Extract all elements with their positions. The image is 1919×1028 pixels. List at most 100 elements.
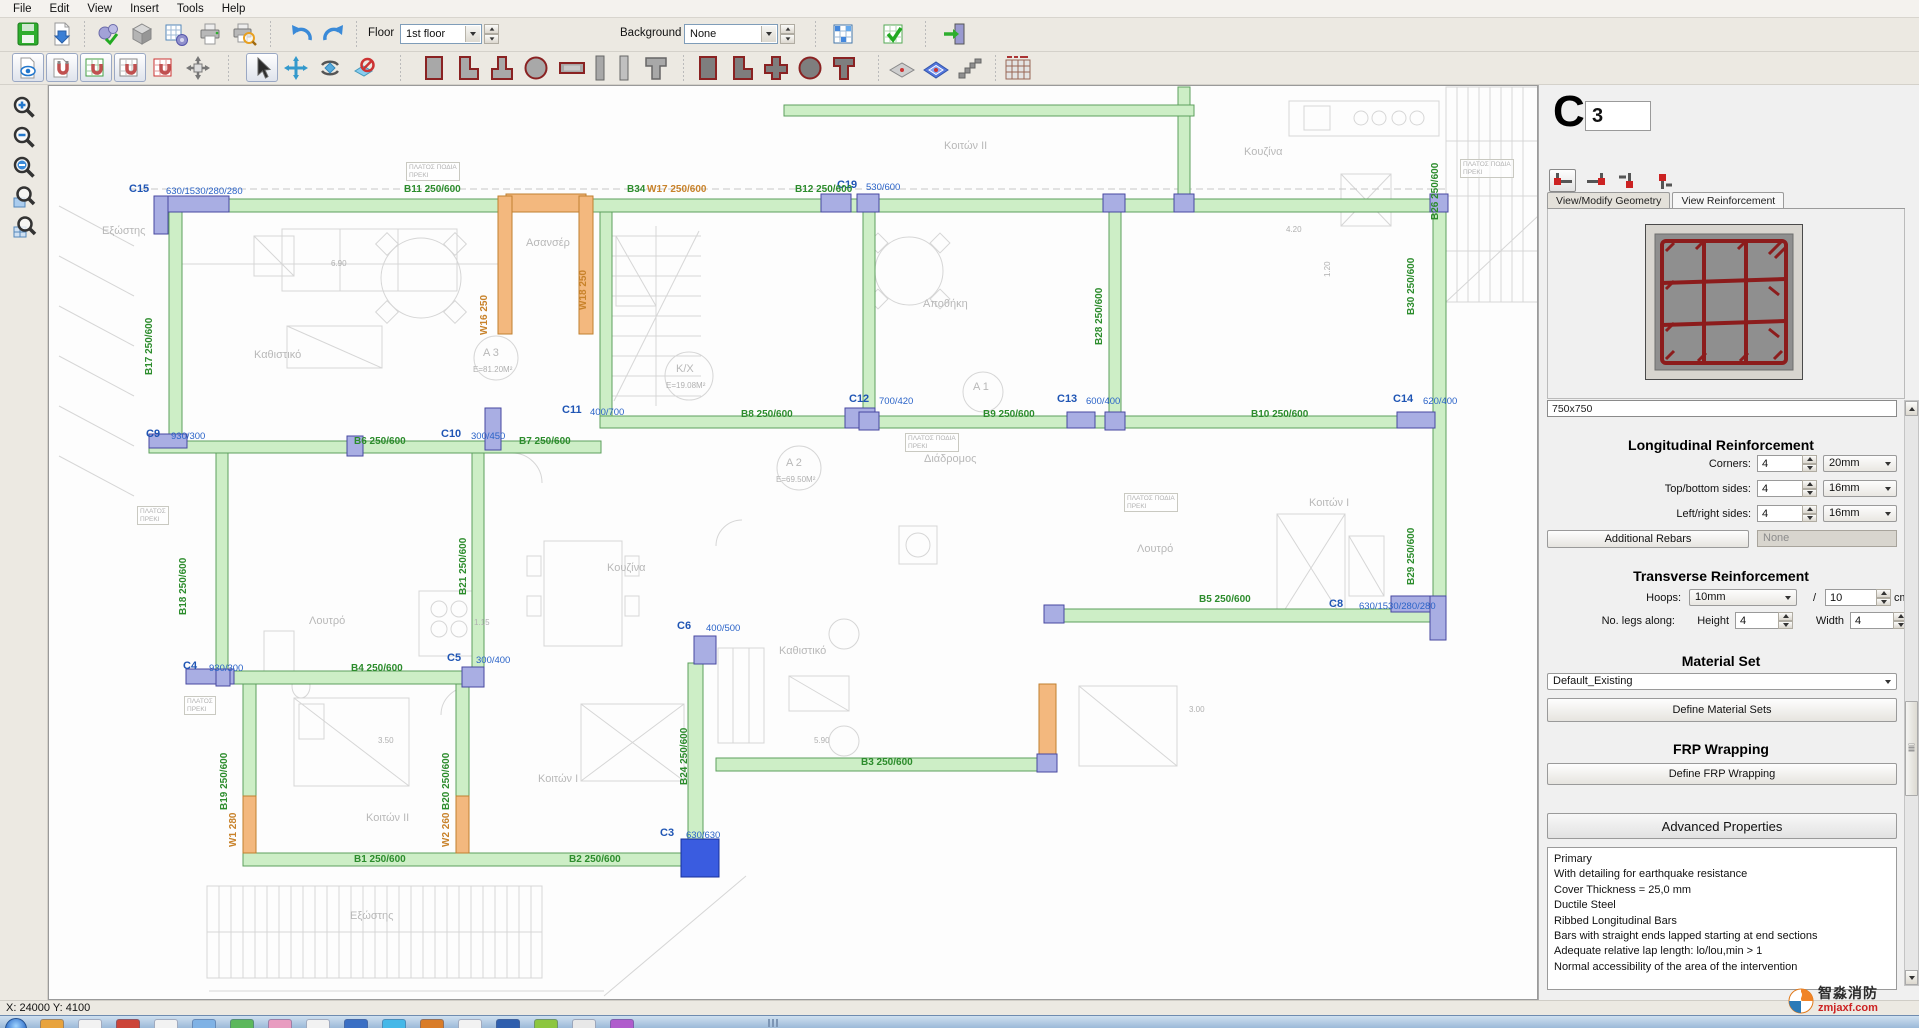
floor-select[interactable]: 1st floor xyxy=(400,24,482,44)
drawing-canvas[interactable]: C15630/1530/280/280C9930/300C10300/450C1… xyxy=(48,85,1538,1000)
background-select[interactable]: None xyxy=(684,24,778,44)
menu-view[interactable]: View xyxy=(78,2,121,16)
left-right-count-input[interactable] xyxy=(1757,505,1803,522)
slab-button[interactable] xyxy=(886,53,918,82)
column-T-button[interactable] xyxy=(828,53,860,82)
grid-snap-green-button[interactable] xyxy=(80,53,112,82)
taskbar-icon[interactable] xyxy=(534,1019,558,1028)
tab-view-reinforcement[interactable]: View Reinforcement xyxy=(1672,192,1784,208)
hoops-spacing-input[interactable] xyxy=(1825,589,1877,606)
section-number-input[interactable] xyxy=(1585,101,1651,131)
section-T-foot-button[interactable] xyxy=(486,53,518,82)
select-tool-button[interactable] xyxy=(246,53,278,82)
column-circle-button[interactable] xyxy=(794,53,826,82)
column-position-icon-4[interactable] xyxy=(1648,169,1675,192)
print-preview-button[interactable] xyxy=(228,19,260,49)
menu-file[interactable]: File xyxy=(4,2,41,16)
section-Tshape-button[interactable] xyxy=(640,53,672,82)
column-position-icon-3[interactable] xyxy=(1615,169,1642,192)
print-button[interactable] xyxy=(194,19,226,49)
stairs-button[interactable] xyxy=(954,53,986,82)
taskbar-icon[interactable] xyxy=(78,1019,102,1028)
additional-rebars-button[interactable]: Additional Rebars xyxy=(1547,530,1749,548)
taskbar-icon[interactable] xyxy=(116,1019,140,1028)
legs-width-input[interactable] xyxy=(1850,612,1894,629)
advanced-properties-header[interactable]: Advanced Properties xyxy=(1547,813,1897,839)
taskbar-icon[interactable] xyxy=(382,1019,406,1028)
menu-insert[interactable]: Insert xyxy=(121,2,168,16)
check-model-button[interactable] xyxy=(878,19,910,49)
renumber-button[interactable] xyxy=(828,19,860,49)
left-right-diameter-select[interactable]: 16mm xyxy=(1823,505,1897,522)
scroll-thumb[interactable] xyxy=(1905,701,1918,796)
column-position-icon-2[interactable] xyxy=(1582,169,1609,192)
building-frame-button[interactable] xyxy=(1002,53,1034,82)
undo-button[interactable] xyxy=(286,19,318,49)
red-grid-snap-button[interactable] xyxy=(148,53,180,82)
dwg-snap-button[interactable] xyxy=(46,53,78,82)
taskbar-icon[interactable] xyxy=(572,1019,596,1028)
taskbar-icon[interactable] xyxy=(192,1019,216,1028)
zoom-window-button[interactable] xyxy=(8,183,42,213)
top-bottom-count-input[interactable] xyxy=(1757,480,1803,497)
zoom-in-button[interactable] xyxy=(8,93,42,123)
view-3d-button[interactable] xyxy=(126,19,158,49)
rotate-tool-button[interactable] xyxy=(314,53,346,82)
zoom-extents-button[interactable] xyxy=(8,153,42,183)
legs-height-input[interactable] xyxy=(1735,612,1779,629)
material-set-select[interactable]: Default_Existing xyxy=(1547,673,1897,690)
taskbar-icon[interactable] xyxy=(268,1019,292,1028)
section-circle-button[interactable] xyxy=(520,53,552,82)
zoom-out-button[interactable] xyxy=(8,123,42,153)
hoops-spacing-spinner[interactable] xyxy=(1876,589,1891,606)
taskbar-icon[interactable] xyxy=(344,1019,368,1028)
define-frp-wrapping-button[interactable]: Define FRP Wrapping xyxy=(1547,763,1897,785)
corners-diameter-select[interactable]: 20mm xyxy=(1823,455,1897,472)
taskbar-icon[interactable] xyxy=(458,1019,482,1028)
save-button[interactable] xyxy=(12,19,44,49)
hoops-diameter-select[interactable]: 10mm xyxy=(1689,589,1797,606)
corners-count-input[interactable] xyxy=(1757,455,1803,472)
grid-settings-button[interactable] xyxy=(160,19,192,49)
section-wall-button[interactable] xyxy=(556,53,588,82)
windows-taskbar[interactable] xyxy=(0,1015,1919,1028)
blue-slab-button[interactable] xyxy=(920,53,952,82)
zoom-drawing-button[interactable] xyxy=(8,213,42,243)
top-bottom-spinner[interactable] xyxy=(1802,480,1817,497)
column-rect-button[interactable] xyxy=(692,53,724,82)
define-material-sets-button[interactable]: Define Material Sets xyxy=(1547,698,1897,722)
taskbar-icon[interactable] xyxy=(154,1019,178,1028)
settings-button[interactable] xyxy=(92,19,124,49)
column-L-button[interactable] xyxy=(726,53,758,82)
top-bottom-diameter-select[interactable]: 16mm xyxy=(1823,480,1897,497)
scroll-down-arrow[interactable] xyxy=(1905,970,1918,985)
left-right-spinner[interactable] xyxy=(1802,505,1817,522)
taskbar-icon[interactable] xyxy=(610,1019,634,1028)
dwg-visibility-button[interactable] xyxy=(12,53,44,82)
taskbar-icon[interactable] xyxy=(306,1019,330,1028)
delete-tool-button[interactable] xyxy=(348,53,380,82)
corners-spinner[interactable] xyxy=(1802,455,1817,472)
exit-button[interactable] xyxy=(938,19,970,49)
column-position-icon-1[interactable] xyxy=(1549,169,1576,192)
taskbar-icon[interactable] xyxy=(496,1019,520,1028)
section-bar1-button[interactable] xyxy=(590,53,610,82)
export-dwg-button[interactable] xyxy=(46,19,78,49)
background-spinner[interactable] xyxy=(780,24,795,44)
panel-scrollbar[interactable] xyxy=(1904,400,1919,986)
floor-spinner[interactable] xyxy=(484,24,499,44)
menu-edit[interactable]: Edit xyxy=(41,2,79,16)
grid-snap-button[interactable] xyxy=(114,53,146,82)
pan-grid-button[interactable] xyxy=(182,53,214,82)
taskbar-icon[interactable] xyxy=(420,1019,444,1028)
column-cross-button[interactable] xyxy=(760,53,792,82)
scroll-up-arrow[interactable] xyxy=(1905,401,1918,416)
section-L-button[interactable] xyxy=(452,53,484,82)
move-tool-button[interactable] xyxy=(280,53,312,82)
menu-tools[interactable]: Tools xyxy=(168,2,213,16)
section-bar2-button[interactable] xyxy=(614,53,634,82)
menu-help[interactable]: Help xyxy=(213,2,255,16)
taskbar-icon[interactable] xyxy=(40,1019,64,1028)
section-rect-button[interactable] xyxy=(418,53,450,82)
taskbar-icon[interactable] xyxy=(230,1019,254,1028)
